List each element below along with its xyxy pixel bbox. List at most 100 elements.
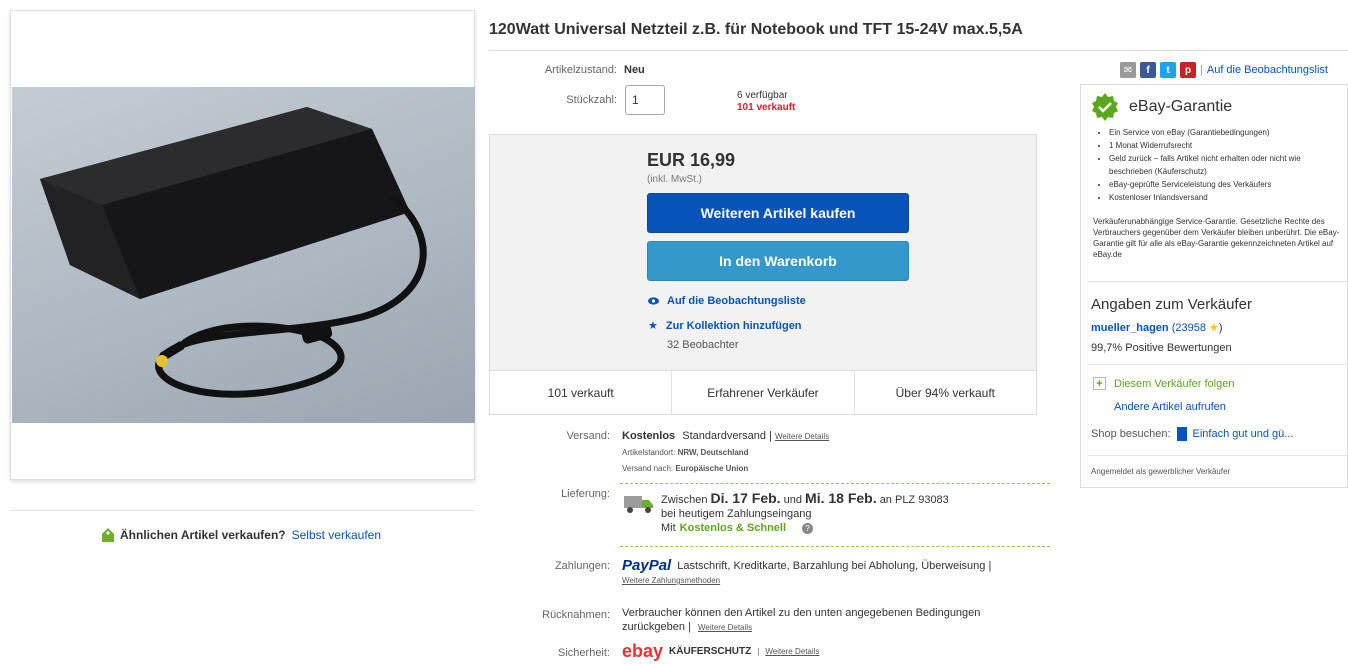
delivery-label: Lieferung: bbox=[561, 488, 610, 500]
delivery-from: Di. 17 Feb. bbox=[710, 490, 781, 506]
divider bbox=[10, 510, 475, 511]
star-icon: ★ bbox=[1209, 322, 1219, 334]
shop-row: Shop besuchen: Einfach gut und gü... bbox=[1091, 427, 1293, 441]
watchers-count: 32 Beobachter bbox=[667, 339, 739, 351]
shipping-label: Versand: bbox=[566, 430, 610, 442]
guarantee-item: Geld zurück – falls Artikel nicht erhalt… bbox=[1109, 152, 1341, 178]
delivery-dates: Zwischen Di. 17 Feb. und Mi. 18 Feb. an … bbox=[661, 490, 949, 506]
security-label: Sicherheit: bbox=[558, 647, 610, 659]
tag-icon bbox=[102, 528, 114, 542]
seller-score-link[interactable]: (23958 bbox=[1172, 322, 1206, 334]
payment-methods-text: Lastschrift, Kreditkarte, Barzahlung bei… bbox=[677, 559, 992, 572]
delivery-condition: bei heutigem Zahlungseingang bbox=[661, 508, 812, 520]
delivery-and: und bbox=[783, 494, 802, 506]
eye-icon bbox=[648, 297, 659, 305]
seller-positive: 99,7% Positive Bewertungen bbox=[1091, 342, 1232, 354]
guarantee-item: eBay-geprüfte Serviceleistung des Verkäu… bbox=[1109, 178, 1341, 191]
truck-icon bbox=[624, 496, 653, 513]
quantity-label: Stückzahl: bbox=[566, 94, 617, 106]
ships-to-value: Europäische Union bbox=[675, 464, 749, 473]
product-image-card[interactable] bbox=[10, 10, 475, 480]
returns-label: Rücknahmen: bbox=[542, 609, 610, 621]
divider bbox=[1088, 364, 1348, 365]
plus-icon: + bbox=[1093, 377, 1106, 390]
seller-score-end: ) bbox=[1218, 322, 1223, 334]
ships-to-label: Versand nach: bbox=[622, 464, 674, 473]
returns-details-link[interactable]: Weitere Details bbox=[698, 623, 752, 632]
shipping-cost: Kostenlos bbox=[622, 430, 676, 442]
stat-experienced: Erfahrener Verkäufer bbox=[672, 371, 855, 414]
more-payment-link[interactable]: Weitere Zahlungsmethoden bbox=[622, 576, 720, 585]
facebook-icon[interactable]: f bbox=[1140, 62, 1156, 78]
mail-icon[interactable]: ✉ bbox=[1120, 62, 1136, 78]
shop-label: Shop besuchen: bbox=[1091, 428, 1171, 440]
product-image[interactable] bbox=[12, 87, 475, 423]
follow-seller[interactable]: + Diesem Verkäufer folgen bbox=[1093, 377, 1234, 390]
condition-label: Artikelzustand: bbox=[544, 64, 617, 76]
returns-text-line2: zurückgeben | bbox=[622, 621, 691, 633]
condition-value: Neu bbox=[624, 64, 645, 76]
seller-name-link[interactable]: mueller_hagen bbox=[1091, 322, 1169, 334]
guarantee-note: Verkäuferunabhängige Service-Garantie. G… bbox=[1093, 217, 1340, 259]
watch-link[interactable]: Auf die Beobachtungsliste bbox=[648, 295, 806, 307]
guarantee-item: 1 Monat Widerrufsrecht bbox=[1109, 139, 1341, 152]
ships-to: Versand nach: Europäische Union bbox=[622, 464, 748, 473]
divider bbox=[1088, 281, 1348, 282]
guarantee-item: Kostenloser Inlandsversand bbox=[1109, 191, 1341, 204]
buy-now-button[interactable]: Weiteren Artikel kaufen bbox=[647, 193, 909, 233]
security-row: ebay KÄUFERSCHUTZ | Weitere Details bbox=[622, 641, 820, 661]
seller-heading: Angaben zum Verkäufer bbox=[1091, 296, 1252, 313]
twitter-icon[interactable]: t bbox=[1160, 62, 1176, 78]
security-details-link[interactable]: Weitere Details bbox=[765, 647, 819, 656]
price: EUR 16,99 bbox=[647, 150, 736, 170]
shop-icon bbox=[1176, 427, 1187, 441]
delivery-to: Mi. 18 Feb. bbox=[805, 490, 877, 506]
delivery-prefix: Zwischen bbox=[661, 494, 708, 506]
stat-percent: Über 94% verkauft bbox=[895, 385, 996, 400]
collection-link[interactable]: ★ Zur Kollektion hinzufügen bbox=[648, 319, 802, 333]
delivery-badge-row: Mit Kostenlos & Schnell ? bbox=[661, 522, 814, 534]
item-location-label: Artikelstandort: bbox=[622, 448, 676, 457]
help-icon[interactable]: ? bbox=[802, 522, 814, 534]
paypal-logo: PayPal bbox=[622, 557, 672, 574]
watch-link-label: Auf die Beobachtungsliste bbox=[667, 295, 806, 307]
shipping-details-link[interactable]: Weitere Details bbox=[775, 432, 829, 441]
available-count: 6 verfügbar bbox=[737, 90, 788, 101]
seller-items-link[interactable]: Andere Artikel aufrufen bbox=[1114, 401, 1226, 413]
payment-label: Zahlungen: bbox=[554, 560, 610, 572]
delivery-with: Mit bbox=[661, 522, 676, 534]
item-location-value: NRW, Deutschland bbox=[677, 448, 749, 457]
delivery-badge: Kostenlos & Schnell bbox=[679, 522, 787, 534]
shipping-method: Standardversand | bbox=[682, 430, 772, 442]
guarantee-badge-icon bbox=[1092, 93, 1118, 121]
quantity-input[interactable]: 1 bbox=[625, 85, 665, 115]
delivery-plz: an PLZ 93083 bbox=[879, 494, 949, 506]
seller-type: Angemeldet als gewerblicher Verkäufer bbox=[1091, 467, 1231, 476]
pinterest-icon[interactable]: p bbox=[1180, 62, 1196, 78]
delivery-divider-bottom bbox=[620, 546, 1050, 547]
returns-text: Verbraucher können den Artikel zu den un… bbox=[622, 607, 981, 619]
guarantee-title: eBay-Garantie bbox=[1129, 98, 1233, 115]
guarantee-list: Ein Service von eBay (Garantiebedingunge… bbox=[1101, 126, 1341, 204]
payment-methods: PayPal Lastschrift, Kreditkarte, Barzahl… bbox=[622, 557, 991, 574]
add-to-cart-button[interactable]: In den Warenkorb bbox=[647, 241, 909, 281]
buy-box-stats: 101 verkauft Erfahrener Verkäufer Über 9… bbox=[490, 370, 1036, 414]
shop-link[interactable]: Einfach gut und gü... bbox=[1193, 428, 1294, 440]
ebay-logo: ebay bbox=[622, 641, 664, 661]
sell-similar: Ähnlichen Artikel verkaufen? Selbst verk… bbox=[102, 528, 381, 542]
shipping-info: Kostenlos Standardversand | Weitere Deta… bbox=[622, 430, 829, 442]
buyer-protection-label: KÄUFERSCHUTZ bbox=[669, 646, 752, 657]
sell-similar-text: Ähnlichen Artikel verkaufen? bbox=[120, 528, 286, 542]
follow-seller-link[interactable]: Diesem Verkäufer folgen bbox=[1114, 378, 1234, 390]
watch-list-link[interactable]: Auf die Beobachtungslist bbox=[1207, 64, 1328, 76]
returns-text-2: zurückgeben | Weitere Details bbox=[622, 621, 752, 633]
collection-link-label: Zur Kollektion hinzufügen bbox=[665, 319, 802, 332]
sell-yourself-link[interactable]: Selbst verkaufen bbox=[292, 528, 381, 542]
seller-name-row: mueller_hagen (23958 ★) bbox=[1091, 321, 1223, 334]
share-row: ✉ f t p | Auf die Beobachtungslist bbox=[1120, 62, 1328, 78]
title-divider bbox=[489, 50, 1348, 51]
page-title: 120Watt Universal Netzteil z.B. für Note… bbox=[489, 21, 1023, 38]
stat-sold: 101 verkauft bbox=[490, 371, 673, 414]
item-location: Artikelstandort: NRW, Deutschland bbox=[622, 448, 749, 457]
divider bbox=[1088, 455, 1348, 456]
